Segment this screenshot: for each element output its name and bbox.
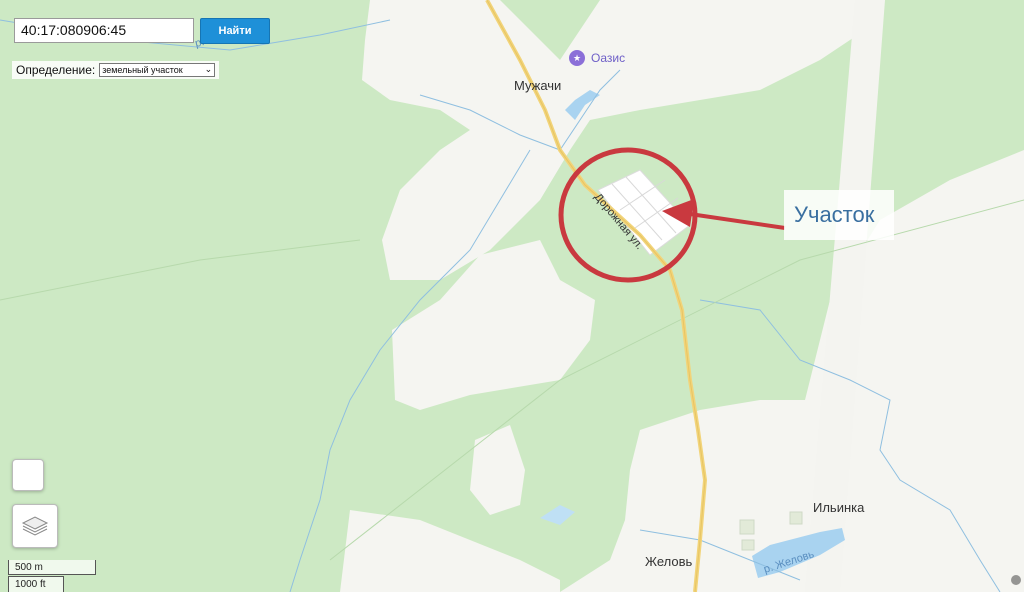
place-label-muzhachi: Мужачи (514, 78, 561, 93)
definition-row: Определение: земельный участок ⌄ (12, 61, 220, 79)
place-label-zhelov: Желовь (645, 554, 693, 569)
layers-icon (21, 516, 49, 536)
layers-button[interactable] (12, 504, 58, 548)
chevron-down-icon: ⌄ (204, 64, 213, 74)
poi-oasis[interactable]: ★ Оазис (569, 50, 625, 66)
annotation-label: Участок (794, 202, 875, 227)
corner-marker-icon (1011, 575, 1021, 585)
scale-imperial: 1000 ft (8, 576, 64, 592)
scale-metric: 500 m (8, 560, 96, 575)
definition-select[interactable]: земельный участок ⌄ (99, 63, 216, 77)
scale-bar: 500 m 1000 ft (8, 560, 96, 592)
map-blank-button[interactable] (12, 459, 44, 491)
poi-oasis-label: Оазис (591, 51, 625, 65)
svg-text:★: ★ (573, 54, 581, 64)
place-label-ilinka: Ильинка (813, 500, 865, 515)
map-canvas[interactable]: ★ Оазис Мужачи Желовь Ильинка р. Мужачь … (0, 0, 1024, 592)
definition-label: Определение: (16, 63, 96, 77)
cadastral-search-input[interactable]: 40:17:080906:45 (14, 18, 194, 43)
definition-select-value: земельный участок (102, 65, 183, 75)
find-button[interactable]: Найти (200, 18, 270, 44)
